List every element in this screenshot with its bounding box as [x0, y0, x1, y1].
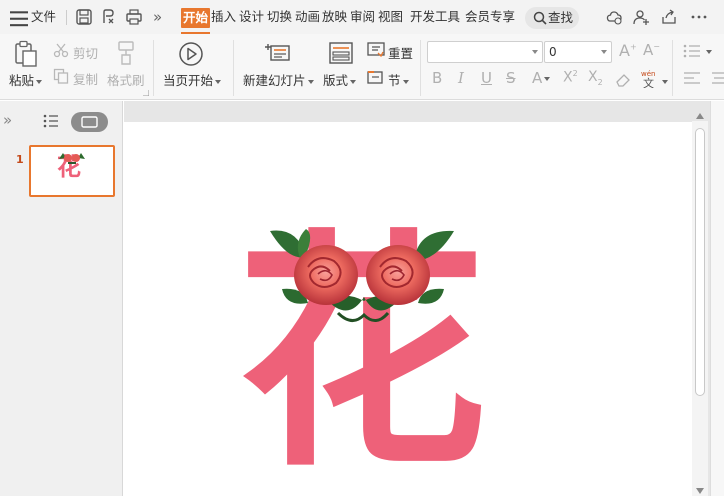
print-icon[interactable] — [125, 8, 143, 26]
thumbnail-view-icon — [81, 116, 98, 128]
paste-label: 粘贴 — [9, 73, 35, 88]
search-label: 查找 — [548, 10, 574, 25]
font-size-select[interactable]: 0 — [544, 41, 612, 63]
svg-text:文: 文 — [643, 76, 654, 88]
slide-view-toggle[interactable] — [71, 112, 108, 132]
bold-icon[interactable]: B — [432, 69, 442, 87]
strikethrough-icon[interactable]: S — [506, 69, 516, 87]
tab-developer[interactable]: 开发工具 — [410, 0, 460, 34]
dropdown-arrow-icon — [215, 79, 222, 84]
expand-panel-icon[interactable]: » — [3, 111, 12, 129]
side-task-pane[interactable] — [710, 101, 724, 496]
file-menu[interactable]: 文件 — [31, 0, 56, 34]
layout-button[interactable]: 版式 — [323, 70, 357, 89]
overflow-chevron[interactable]: » — [153, 0, 162, 34]
format-painter-icon[interactable] — [115, 40, 137, 66]
eraser-icon[interactable] — [615, 72, 631, 88]
scroll-up-icon[interactable] — [696, 113, 704, 119]
section-icon[interactable] — [367, 69, 385, 85]
thumbnail-roses-image — [59, 153, 85, 164]
section-label: 节 — [388, 73, 401, 88]
new-slide-label: 新建幻灯片 — [243, 73, 306, 88]
cut-button[interactable]: 剪切 — [73, 43, 98, 62]
menu-icon[interactable] — [10, 10, 28, 28]
tab-design[interactable]: 设计 — [239, 0, 264, 34]
paste-button[interactable]: 粘贴 — [9, 70, 43, 89]
subscript-icon[interactable]: X2 — [588, 69, 603, 87]
slide-canvas-area: 花 — [124, 101, 724, 496]
tab-slideshow[interactable]: 放映 — [322, 0, 347, 34]
cut-icon[interactable] — [53, 42, 69, 58]
italic-icon[interactable]: I — [458, 69, 464, 87]
scrollbar-thumb[interactable] — [695, 128, 705, 396]
copy-icon[interactable] — [53, 68, 69, 84]
chevron-down-icon — [601, 50, 607, 54]
bullets-icon[interactable] — [683, 43, 701, 59]
dropdown-arrow-icon[interactable] — [706, 50, 712, 54]
tab-review[interactable]: 审阅 — [350, 0, 375, 34]
tab-start[interactable]: 开始 — [181, 8, 211, 34]
superscript-icon[interactable]: X2 — [563, 69, 578, 86]
align-center-icon[interactable] — [711, 71, 724, 85]
separator — [420, 40, 421, 96]
font-shrink-icon[interactable]: A− — [643, 41, 660, 59]
scroll-down-icon[interactable] — [696, 488, 704, 494]
text-shadow-icon[interactable]: A — [532, 69, 551, 87]
cloud-sync-icon[interactable] — [605, 8, 623, 26]
layout-icon[interactable] — [329, 42, 353, 64]
menu-bar: 文件 » 开始 插入 设计 切换 动画 放映 审阅 视图 开发工具 会员专享 查… — [0, 0, 724, 34]
layout-label: 版式 — [323, 73, 349, 88]
dropdown-arrow-icon — [307, 79, 314, 84]
dropdown-arrow-icon — [36, 79, 43, 84]
copy-button[interactable]: 复制 — [73, 69, 98, 88]
more-icon[interactable] — [690, 8, 708, 26]
group-launcher-icon[interactable] — [143, 90, 149, 96]
separator — [233, 40, 234, 96]
dropdown-arrow-icon[interactable] — [662, 80, 668, 84]
dropdown-arrow-icon — [544, 76, 551, 81]
share-icon[interactable] — [660, 8, 678, 26]
reset-button[interactable]: 重置 — [388, 43, 413, 62]
paste-icon[interactable] — [13, 40, 39, 68]
phonetic-guide-icon[interactable]: wén 文 — [640, 68, 660, 88]
collaborate-icon[interactable] — [632, 8, 650, 26]
slide-number: 1 — [16, 153, 24, 166]
separator — [66, 10, 67, 25]
tab-view[interactable]: 视图 — [378, 0, 403, 34]
slide-panel: » 1 花 — [0, 101, 123, 496]
font-grow-icon[interactable]: A+ — [619, 41, 637, 60]
new-slide-button[interactable]: 新建幻灯片 — [243, 70, 314, 89]
tab-member[interactable]: 会员专享 — [465, 0, 515, 34]
tab-transition[interactable]: 切换 — [267, 0, 292, 34]
new-slide-icon[interactable] — [263, 40, 291, 66]
ribbon-toolbar: 粘贴 剪切 复制 格式刷 当页开始 新建幻灯片 版式 重置 节 0 A+ A− … — [0, 34, 724, 100]
separator — [153, 40, 154, 96]
underline-icon[interactable]: U — [481, 69, 492, 87]
chevron-down-icon — [532, 50, 538, 54]
align-left-icon[interactable] — [683, 71, 701, 85]
from-current-button[interactable]: 当页开始 — [163, 70, 222, 89]
section-button[interactable]: 节 — [388, 70, 409, 89]
separator — [672, 40, 673, 96]
format-painter-button[interactable]: 格式刷 — [107, 70, 145, 89]
font-name-select[interactable] — [427, 41, 543, 63]
export-pdf-icon[interactable] — [100, 8, 118, 26]
search-icon — [533, 11, 547, 25]
from-current-label: 当页开始 — [163, 73, 214, 88]
dropdown-arrow-icon — [402, 79, 409, 84]
tab-animation[interactable]: 动画 — [295, 0, 320, 34]
tab-insert[interactable]: 插入 — [211, 0, 236, 34]
outline-view-icon[interactable] — [43, 114, 59, 128]
play-from-current-icon[interactable] — [178, 41, 204, 67]
slide-canvas[interactable]: 花 — [124, 122, 692, 496]
dropdown-arrow-icon — [350, 79, 357, 84]
roses-image[interactable] — [268, 227, 458, 332]
font-size-value: 0 — [549, 45, 557, 59]
reset-icon[interactable] — [367, 42, 385, 58]
search-button[interactable]: 查找 — [525, 7, 579, 29]
save-icon[interactable] — [75, 8, 93, 26]
slide-thumbnail[interactable]: 花 — [29, 145, 115, 197]
